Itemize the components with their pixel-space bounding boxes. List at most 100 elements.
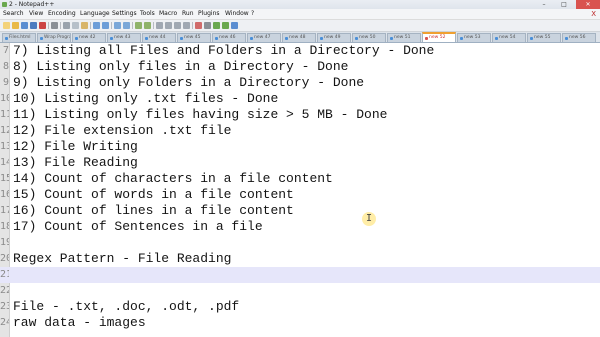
menu-window[interactable]: Window xyxy=(224,9,250,19)
editor-line[interactable]: 12 12) File extension .txt file xyxy=(0,123,600,139)
editor-line[interactable]: 23 File - .txt, .doc, .odt, .pdf xyxy=(0,299,600,315)
save-icon[interactable] xyxy=(21,22,28,29)
line-text: 10) Listing only .txt files - Done xyxy=(13,91,279,106)
save-macro-icon[interactable] xyxy=(231,22,238,29)
word-wrap-icon[interactable] xyxy=(165,22,172,29)
line-number: 22 xyxy=(0,285,9,296)
line-text: 11) Listing only files having size > 5 M… xyxy=(13,107,388,122)
minimize-button[interactable]: – xyxy=(536,0,552,9)
record-macro-icon[interactable] xyxy=(195,22,202,29)
tab-new-42[interactable]: new 42 xyxy=(72,33,106,42)
line-number: 9 xyxy=(2,77,9,88)
menu-bar: Search View Encoding Language Settings T… xyxy=(0,9,600,20)
stop-macro-icon[interactable] xyxy=(204,22,211,29)
close-file-icon[interactable] xyxy=(39,22,46,29)
editor-line[interactable]: 7 7) Listing all Files and Folders in a D… xyxy=(0,43,600,59)
line-text: 7) Listing all Files and Folders in a Di… xyxy=(13,43,435,58)
line-text: 16) Count of lines in a file content xyxy=(13,203,294,218)
tab-bar: Files.html Wrap Program.txt new 42 new 4… xyxy=(0,32,600,43)
editor-line[interactable]: 15 14) Count of characters in a file cont… xyxy=(0,171,600,187)
tab-new-46[interactable]: new 46 xyxy=(212,33,246,42)
find-icon[interactable] xyxy=(114,22,121,29)
line-text: 9) Listing only Folders in a Directory -… xyxy=(13,75,365,90)
menu-plugins[interactable]: Plugins xyxy=(197,9,221,19)
line-text: 8) Listing only files in a Directory - D… xyxy=(13,59,349,74)
tab-new-44[interactable]: new 44 xyxy=(142,33,176,42)
tab-files-html[interactable]: Files.html xyxy=(2,33,36,42)
tab-new-50[interactable]: new 50 xyxy=(352,33,386,42)
undo-icon[interactable] xyxy=(93,22,100,29)
close-button[interactable]: ✕ xyxy=(576,0,600,9)
zoom-out-icon[interactable] xyxy=(144,22,151,29)
toolbar-separator xyxy=(111,22,112,29)
zoom-in-icon[interactable] xyxy=(135,22,142,29)
maximize-button[interactable]: □ xyxy=(556,0,572,9)
menu-run[interactable]: Run xyxy=(181,9,195,19)
redo-icon[interactable] xyxy=(102,22,109,29)
toolbar-separator xyxy=(48,22,49,29)
editor-line[interactable]: 8 8) Listing only files in a Directory - … xyxy=(0,59,600,75)
tab-new-56[interactable]: new 56 xyxy=(562,33,596,42)
tab-new-43[interactable]: new 43 xyxy=(107,33,141,42)
editor-line[interactable]: 19 xyxy=(0,235,600,251)
new-file-icon[interactable] xyxy=(3,22,10,29)
indent-guide-icon[interactable] xyxy=(183,22,190,29)
editor-line[interactable]: 20 Regex Pattern - File Reading xyxy=(0,251,600,267)
line-number: 12 xyxy=(0,125,9,136)
tab-new-51[interactable]: new 51 xyxy=(387,33,421,42)
cut-icon[interactable] xyxy=(63,22,70,29)
toolbar xyxy=(0,20,600,32)
line-text: Regex Pattern - File Reading xyxy=(13,251,232,266)
line-number: 20 xyxy=(0,253,9,264)
editor-line[interactable]: 21 xyxy=(0,267,600,283)
line-text: 15) Count of words in a file content xyxy=(13,187,294,202)
tab-new-54[interactable]: new 54 xyxy=(492,33,526,42)
editor-line[interactable]: 14 13) File Reading xyxy=(0,155,600,171)
line-number: 23 xyxy=(0,301,9,312)
menu-help[interactable]: ? xyxy=(250,9,255,19)
tab-new-53[interactable]: new 53 xyxy=(457,33,491,42)
menu-search[interactable]: Search xyxy=(2,9,25,19)
menu-view[interactable]: View xyxy=(28,9,44,19)
editor-line[interactable]: 13 12) File Writing xyxy=(0,139,600,155)
replace-icon[interactable] xyxy=(123,22,130,29)
tab-new-52[interactable]: new 52 xyxy=(422,32,456,42)
line-number: 10 xyxy=(0,93,9,104)
document-close-icon[interactable]: X xyxy=(591,9,596,19)
print-icon[interactable] xyxy=(51,22,58,29)
sync-scroll-icon[interactable] xyxy=(156,22,163,29)
save-all-icon[interactable] xyxy=(30,22,37,29)
toolbar-separator xyxy=(192,22,193,29)
editor-line[interactable]: 9 9) Listing only Folders in a Directory … xyxy=(0,75,600,91)
editor-line[interactable]: 16 15) Count of words in a file content xyxy=(0,187,600,203)
tab-new-45[interactable]: new 45 xyxy=(177,33,211,42)
editor-line[interactable]: 22 xyxy=(0,283,600,299)
menu-language[interactable]: Language xyxy=(79,9,111,19)
line-number: 7 xyxy=(2,45,9,56)
menu-tools[interactable]: Tools xyxy=(139,9,156,19)
line-number: 15 xyxy=(0,173,9,184)
paste-icon[interactable] xyxy=(81,22,88,29)
tab-new-55[interactable]: new 55 xyxy=(527,33,561,42)
menu-macro[interactable]: Macro xyxy=(158,9,178,19)
editor-line[interactable]: 24 raw data - images xyxy=(0,315,600,331)
menu-settings[interactable]: Settings xyxy=(111,9,138,19)
tab-new-49[interactable]: new 49 xyxy=(317,33,351,42)
editor-line[interactable]: 11 11) Listing only files having size > 5… xyxy=(0,107,600,123)
line-number: 14 xyxy=(0,157,9,168)
play-macro-icon[interactable] xyxy=(213,22,220,29)
menu-encoding[interactable]: Encoding xyxy=(47,9,77,19)
title-bar: 2 - Notepad++ – □ ✕ xyxy=(0,0,600,9)
editor-line[interactable]: 18 17) Count of Sentences in a file xyxy=(0,219,600,235)
editor-area[interactable]: 7 7) Listing all Files and Folders in a D… xyxy=(0,43,600,337)
open-file-icon[interactable] xyxy=(12,22,19,29)
copy-icon[interactable] xyxy=(72,22,79,29)
run-macro-multiple-icon[interactable] xyxy=(222,22,229,29)
show-all-characters-icon[interactable] xyxy=(174,22,181,29)
editor-line[interactable]: 10 10) Listing only .txt files - Done xyxy=(0,91,600,107)
tab-new-47[interactable]: new 47 xyxy=(247,33,281,42)
editor-line[interactable]: 17 16) Count of lines in a file content xyxy=(0,203,600,219)
tab-new-48[interactable]: new 48 xyxy=(282,33,316,42)
line-text: File - .txt, .doc, .odt, .pdf xyxy=(13,299,240,314)
tab-wrap-program[interactable]: Wrap Program.txt xyxy=(37,33,71,42)
